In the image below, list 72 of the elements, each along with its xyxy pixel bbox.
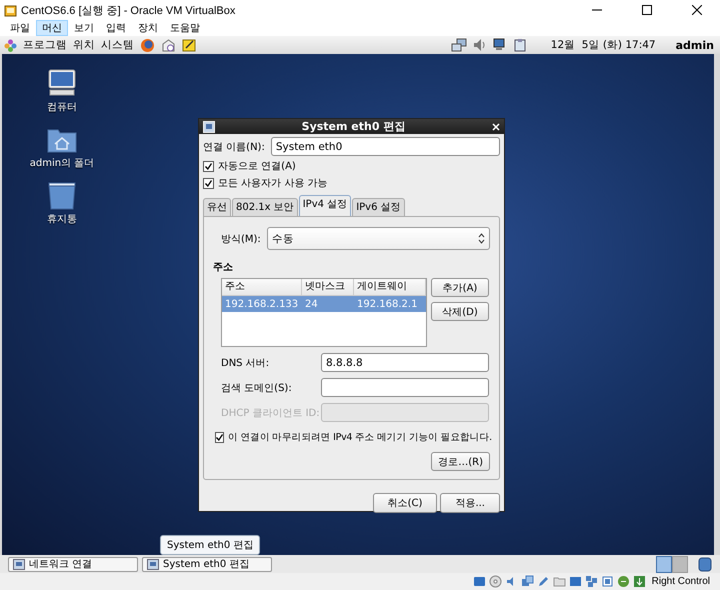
taskbar-button[interactable]: System eth0 편집 <box>142 556 272 572</box>
column-header[interactable]: 주소 <box>222 279 302 295</box>
globe-icon[interactable] <box>140 38 155 52</box>
checkbox-label: 모든 사용자가 사용 가능 <box>218 177 328 190</box>
column-header[interactable]: 넷마스크 <box>302 279 354 295</box>
field-label: 검색 도메인(S): <box>221 382 293 394</box>
section-heading: 주소 <box>213 261 234 274</box>
close-icon[interactable] <box>492 122 500 130</box>
menu-item[interactable]: 도움말 <box>164 20 206 36</box>
tab[interactable]: 유선 <box>203 198 231 216</box>
host-key-label: Right Control <box>652 576 710 587</box>
check-icon <box>205 162 212 170</box>
panel-menu[interactable]: 프로그램 <box>23 38 67 52</box>
name-field[interactable]: System eth0 <box>270 137 500 156</box>
checkbox[interactable] <box>203 178 214 188</box>
workspace[interactable] <box>656 556 672 572</box>
close-icon <box>692 5 702 15</box>
flower-icon[interactable] <box>4 38 17 52</box>
menu-item[interactable]: 입력 <box>100 20 132 36</box>
updown-arrows-icon <box>478 233 485 244</box>
monitor-icon[interactable] <box>568 575 582 588</box>
window-title: CentOS6.6 [실행 중] - Oracle VM VirtualBox <box>21 4 236 18</box>
checkbox-label: 자동으로 연결(A) <box>218 160 296 173</box>
maximize-icon <box>642 5 652 15</box>
method-dropdown[interactable]: 수동 <box>266 227 490 250</box>
workspace[interactable] <box>672 556 688 572</box>
clock[interactable]: 12월 5일 (화) 17:47 <box>550 38 656 52</box>
add-button[interactable]: 추가(A) <box>431 278 489 297</box>
field-label: DNS 서버: <box>221 356 270 370</box>
check-icon <box>216 434 223 441</box>
notepad-pencil-icon[interactable] <box>182 38 196 52</box>
tab[interactable]: IPv6 설정 <box>352 198 405 216</box>
menu-item[interactable]: 파일 <box>4 20 36 36</box>
panel-menu[interactable]: 위치 <box>73 38 95 52</box>
tooltip: System eth0 편집 <box>160 535 260 555</box>
optical-disc-icon[interactable] <box>488 575 502 588</box>
icon-label[interactable]: 휴지통 <box>47 212 77 226</box>
apply-button[interactable]: 적용... <box>440 493 500 513</box>
table-cell-text: 24 <box>304 298 319 310</box>
text-field[interactable]: 8.8.8.8 <box>321 353 489 372</box>
icon-label[interactable]: admin의 폴더 <box>30 156 94 170</box>
user-name[interactable]: admin <box>676 38 714 52</box>
column-header[interactable]: 게이트웨이 <box>354 279 426 295</box>
tab[interactable]: IPv4 설정 <box>298 195 352 216</box>
menu-item[interactable]: 보기 <box>68 20 100 36</box>
panel-menu[interactable]: 시스템 <box>101 38 134 52</box>
table-cell-text: 192.168.2.1 <box>356 298 418 310</box>
pencil-icon[interactable] <box>536 575 550 588</box>
checkbox[interactable] <box>203 160 214 172</box>
checkbox[interactable] <box>215 432 224 443</box>
icon-label[interactable]: 컴퓨터 <box>47 100 77 114</box>
table-cell-text: 192.168.2.133 <box>224 298 300 310</box>
tab[interactable]: 802.1x 보안 <box>232 198 298 216</box>
routes-button[interactable]: 경로…(R) <box>431 452 490 471</box>
menu-item[interactable]: 장치 <box>132 20 164 36</box>
check-icon <box>205 180 212 186</box>
computer-icon[interactable] <box>46 68 78 98</box>
cancel-button[interactable]: 취소(C) <box>372 493 438 513</box>
speaker-icon[interactable] <box>472 38 485 52</box>
text-field[interactable] <box>321 378 489 397</box>
checkbox-label: 이 연결이 마무리되려면 IPv4 주소 메기기 기능이 필요합니다. <box>228 431 492 444</box>
field-label: 방식(M): <box>221 232 261 246</box>
folder-icon[interactable] <box>552 575 566 588</box>
field-label: 연결 이름(N): <box>203 140 265 154</box>
clipboard-icon[interactable] <box>512 38 527 52</box>
menu-item[interactable]: 머신 <box>36 20 68 36</box>
field-label: DHCP 클라이언트 ID: <box>221 406 321 420</box>
taskbar-button[interactable]: 네트워크 연결 <box>8 556 138 572</box>
trash-bin-icon[interactable] <box>46 180 78 210</box>
windows-icon[interactable] <box>584 575 598 588</box>
delete-button[interactable]: 삭제(D) <box>431 302 489 321</box>
dialog-title: System eth0 편집 <box>300 119 406 134</box>
